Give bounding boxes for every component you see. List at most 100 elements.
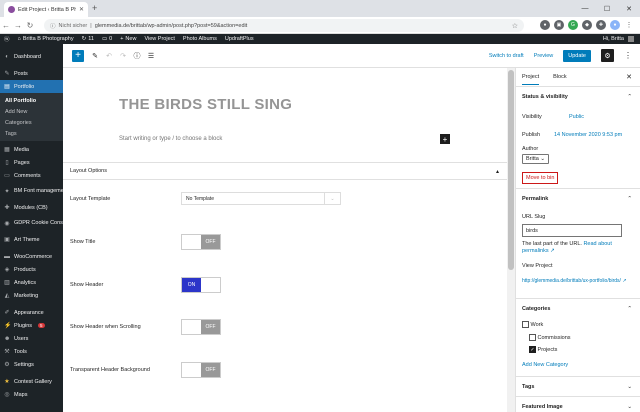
sidebar-item-media[interactable]: ▦ Media — [0, 143, 63, 156]
back-icon[interactable]: ← — [0, 21, 12, 30]
preview-button[interactable]: Preview — [534, 53, 554, 59]
bookmark-star-icon[interactable]: ☆ — [512, 22, 518, 30]
featured-image-header[interactable]: Featured Image ⌄ — [516, 397, 640, 412]
tab-block[interactable]: Block — [553, 74, 566, 80]
move-to-bin-button[interactable]: Move to bin — [522, 172, 559, 184]
sidebar-item-marketing[interactable]: ◭ Marketing — [0, 289, 63, 302]
info-circle-icon[interactable]: ⓘ — [130, 51, 144, 61]
submenu-categories[interactable]: Categories — [0, 117, 63, 128]
sidebar-item-gdpr[interactable]: ◉ GDPR Cookie Consent — [0, 214, 70, 233]
url-slug-input[interactable]: birds — [522, 224, 622, 237]
sidebar-item-products[interactable]: ◈ Products — [0, 263, 63, 276]
admin-bar-view-project[interactable]: View Project — [140, 36, 178, 42]
sidebar-item-woocommerce[interactable]: ▬ WooCommerce — [0, 250, 63, 263]
more-options-icon[interactable]: ⋮ — [624, 51, 632, 60]
extension-icon[interactable]: ▣ — [554, 20, 564, 30]
browser-menu-icon[interactable]: ⋮ — [624, 20, 634, 30]
sidebar-item-tools[interactable]: ⚒ Tools — [0, 345, 63, 358]
post-title[interactable]: THE BIRDS STILL SING — [119, 96, 292, 113]
grammarly-icon[interactable]: G — [568, 20, 578, 30]
admin-bar-account[interactable]: Hi, Britta — [599, 36, 640, 42]
close-window-icon[interactable]: ✕ — [618, 0, 640, 17]
browser-tab[interactable]: Edit Project ‹ Britta B Photograp ✕ — [4, 2, 88, 17]
show-header-toggle[interactable]: ON — [181, 277, 221, 293]
sidebar-item-contest-gallery[interactable]: ★ Contest Gallery — [0, 375, 63, 388]
submenu-all-portfolio[interactable]: All Portfolio — [0, 95, 63, 106]
switch-to-draft-button[interactable]: Switch to draft — [489, 53, 524, 59]
reload-icon[interactable]: ↻ — [24, 21, 36, 30]
sidebar-item-bm-font[interactable]: ✦ BM Font management — [0, 182, 68, 201]
tags-header[interactable]: Tags ⌄ — [516, 377, 640, 396]
sidebar-item-comments[interactable]: ▭ Comments — [0, 169, 63, 182]
block-placeholder[interactable]: Start writing or type / to choose a bloc… — [119, 136, 222, 142]
category-projects[interactable]: ✓ Projects — [529, 346, 557, 353]
maximize-icon[interactable]: ☐ — [596, 0, 618, 17]
update-button[interactable]: Update — [563, 49, 591, 62]
info-icon[interactable]: ⓘ — [50, 22, 56, 30]
admin-bar-photo-albums[interactable]: Photo Albums — [179, 36, 221, 42]
layout-template-select[interactable]: No Template ⌄ — [181, 192, 341, 205]
minimize-icon[interactable]: — — [574, 0, 596, 17]
add-block-icon[interactable]: + — [440, 134, 450, 144]
checkbox[interactable] — [529, 334, 536, 341]
sidebar-item-modules[interactable]: ✚ Modules (CB) — [0, 201, 63, 214]
sidebar-item-pages[interactable]: ▯ Pages — [0, 156, 63, 169]
extensions-puzzle-icon[interactable]: ✚ — [596, 20, 606, 30]
visibility-toggle[interactable]: Public — [569, 114, 584, 120]
forward-icon[interactable]: → — [12, 21, 24, 30]
admin-bar-updraftplus[interactable]: UpdraftPlus — [221, 36, 258, 42]
sidebar-item-analytics[interactable]: ▥ Analytics — [0, 276, 63, 289]
sidebar-item-maps[interactable]: ◎ Maps — [0, 388, 63, 401]
profile-avatar[interactable]: ● — [610, 20, 620, 30]
admin-bar-updates[interactable]: ↻ 11 — [78, 36, 98, 42]
admin-bar-site[interactable]: ⌂ Britta B Photography — [14, 36, 78, 42]
show-title-toggle[interactable]: OFF — [181, 234, 221, 250]
new-tab-icon[interactable]: + — [92, 3, 97, 13]
checkbox[interactable] — [522, 321, 529, 328]
view-project-link[interactable]: http://glemmedia.de/brittab/ux-portfolio… — [522, 278, 627, 285]
category-work[interactable]: Work — [522, 321, 543, 328]
sidebar-item-dashboard[interactable]: ◐ Dashboard — [0, 50, 63, 63]
sidebar-item-plugins[interactable]: ⚡ Plugins 5 — [0, 319, 63, 332]
tab-project[interactable]: Project — [522, 69, 540, 85]
sidebar-item-settings[interactable]: ⚙ Settings — [0, 358, 63, 371]
checkbox-checked[interactable]: ✓ — [529, 346, 536, 353]
list-view-icon[interactable]: ☰ — [144, 52, 158, 60]
transparent-header-toggle[interactable]: OFF — [181, 362, 221, 378]
block-inserter-button[interactable]: + — [72, 49, 84, 62]
submenu-add-new[interactable]: Add New — [0, 106, 63, 117]
page-icon: ▯ — [5, 160, 9, 166]
layout-options-header[interactable]: Layout Options ▴ — [63, 163, 507, 180]
publish-date-toggle[interactable]: 14 November 2020 9:53 pm — [554, 132, 622, 138]
address-bar[interactable]: ⓘ Nicht sicher | glemmedia.de/brittab/wp… — [44, 19, 524, 32]
scrollbar-thumb[interactable] — [508, 70, 514, 270]
admin-bar-new[interactable]: + New — [116, 36, 140, 42]
permalink-header[interactable]: Permalink ⌃ — [516, 189, 640, 208]
tools-pencil-icon[interactable]: ✎ — [88, 52, 102, 60]
category-commissions[interactable]: Commissions — [529, 334, 571, 341]
admin-bar-comments[interactable]: ▭ 0 — [98, 36, 116, 42]
close-icon[interactable]: ✕ — [626, 73, 632, 81]
caret-up-icon[interactable]: ▴ — [496, 168, 499, 175]
sidebar-item-appearance[interactable]: ✐ Appearance — [0, 306, 63, 319]
sidebar-item-portfolio[interactable]: ▤ Portfolio — [0, 80, 63, 93]
wordpress-logo-icon[interactable]: ⓦ — [0, 35, 14, 43]
sidebar-item-art-theme[interactable]: ▣ Art Theme — [0, 233, 63, 246]
marketing-icon: ◭ — [4, 293, 10, 299]
close-tab-icon[interactable]: ✕ — [79, 6, 84, 13]
author-select[interactable]: Britta ⌄ — [522, 154, 549, 164]
add-new-category-link[interactable]: Add New Category — [522, 362, 568, 368]
settings-gear-icon[interactable]: ⚙ — [601, 49, 614, 62]
canvas-scrollbar[interactable] — [507, 68, 515, 412]
show-header-scrolling-toggle[interactable]: OFF — [181, 319, 221, 335]
permalink-panel: Permalink ⌃ URL Slug birds The last part… — [516, 189, 640, 299]
categories-header[interactable]: Categories ⌃ — [516, 299, 640, 318]
status-visibility-header[interactable]: Status & visibility ⌃ — [516, 87, 640, 106]
redo-icon[interactable]: ↷ — [116, 52, 130, 60]
submenu-tags[interactable]: Tags — [0, 128, 63, 139]
sidebar-item-users[interactable]: ☻ Users — [0, 332, 63, 345]
extension-icon[interactable]: ● — [540, 20, 550, 30]
sidebar-item-posts[interactable]: ✎ Posts — [0, 67, 63, 80]
undo-icon[interactable]: ↶ — [102, 52, 116, 60]
extension-icon[interactable]: ◆ — [582, 20, 592, 30]
